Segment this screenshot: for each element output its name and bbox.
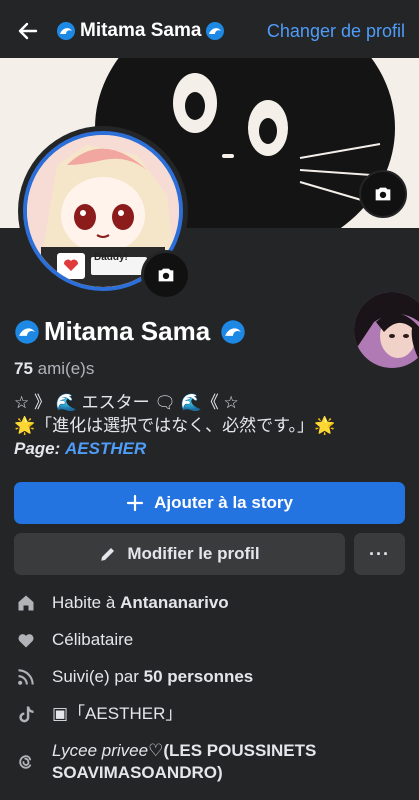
profile-name: Mitama Sama (14, 316, 246, 347)
camera-icon (158, 268, 174, 282)
bio-page-line: Page: AESTHER (14, 437, 335, 460)
lives-prefix: Habite à (52, 593, 116, 612)
cover-camera-button[interactable] (359, 170, 407, 218)
page-label: Page: (14, 439, 61, 458)
more-options-button[interactable]: ··· (354, 533, 405, 575)
wave-emoji-icon (57, 22, 75, 40)
detail-relationship: Célibataire (14, 627, 409, 664)
lives-city[interactable]: Antananarivo (120, 593, 229, 612)
profile-camera-button[interactable] (141, 250, 191, 300)
page-link[interactable]: AESTHER (65, 439, 146, 458)
profile-details: Habite à Antananarivo Célibataire Suivi(… (14, 590, 409, 784)
edit-profile-label: Modifier le profil (127, 544, 260, 563)
wave-emoji-icon (15, 319, 39, 344)
home-icon (14, 591, 38, 615)
secondary-profile-avatar[interactable] (354, 292, 419, 368)
school-prefix: Lycee privee♡ (52, 741, 164, 760)
plus-icon (126, 494, 144, 512)
heart-icon (14, 628, 38, 652)
tiktok-icon (14, 702, 38, 726)
top-bar: Mitama Sama Changer de profil (0, 0, 419, 62)
portrait-image (354, 292, 419, 368)
bio-line-2: 🌟「進化は選択ではなく、必然です。」🌟 (14, 416, 336, 435)
threads-icon (14, 750, 38, 774)
add-to-story-label: Ajouter à la story (154, 493, 293, 512)
more-dots-icon: ··· (369, 543, 390, 564)
wave-emoji-icon (221, 319, 245, 344)
edit-profile-button[interactable]: Modifier le profil (14, 533, 345, 575)
header-name: Mitama Sama (80, 20, 202, 41)
profile-bio: ☆ 》 🌊 エスター 🗨 🌊《 ☆ 🌟「進化は選択ではなく、必然です。」🌟 Pa… (14, 391, 335, 460)
friends-number: 75 (14, 359, 33, 378)
tiktok-handle: ▣「AESTHER」 (52, 704, 183, 723)
add-to-story-button[interactable]: Ajouter à la story (14, 482, 405, 524)
followers-count: 50 personnes (143, 667, 254, 686)
followers-prefix: Suivi(e) par (52, 667, 139, 686)
camera-icon (375, 187, 391, 201)
profile-name-text: Mitama Sama (44, 316, 211, 346)
friends-count[interactable]: 75 ami(e)s (14, 359, 94, 379)
switch-profile-link[interactable]: Changer de profil (267, 21, 405, 42)
detail-followers[interactable]: Suivi(e) par 50 personnes (14, 664, 409, 701)
header-title: Mitama Sama (56, 20, 267, 42)
relationship-status: Célibataire (52, 630, 134, 649)
detail-school[interactable]: Lycee privee♡(LES POUSSINETS SOAVIMASOAN… (14, 738, 409, 784)
back-arrow-icon[interactable] (14, 17, 42, 45)
friends-label: ami(e)s (37, 359, 95, 378)
detail-lives-in: Habite à Antananarivo (14, 590, 409, 627)
pencil-icon (101, 548, 115, 561)
bio-line-1: ☆ 》 🌊 エスター 🗨 🌊《 ☆ (14, 393, 239, 412)
rss-icon (14, 665, 38, 689)
detail-tiktok[interactable]: ▣「AESTHER」 (14, 701, 409, 738)
wave-emoji-icon (206, 22, 225, 40)
avatar-caption: Daddy! (94, 252, 128, 263)
